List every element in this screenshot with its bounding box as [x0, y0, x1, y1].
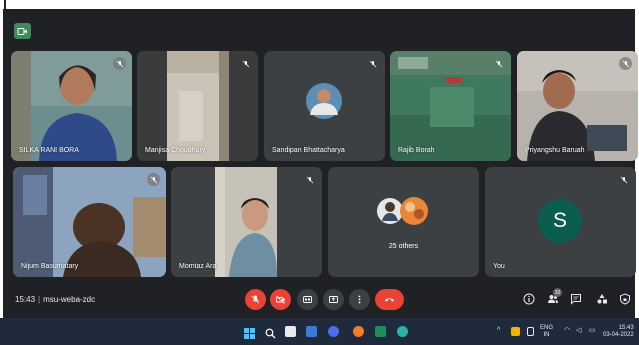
wifi-icon[interactable]: ◠ — [564, 327, 570, 334]
captions-button[interactable] — [297, 289, 318, 310]
mute-indicator — [303, 173, 316, 186]
speaker-icon[interactable]: ◁ — [576, 327, 581, 334]
language-indicator[interactable]: ENG IN — [540, 325, 553, 339]
firefox-icon[interactable] — [353, 326, 364, 337]
participant-tile[interactable]: Nijum Basumatary — [13, 167, 166, 277]
mic-off-icon — [369, 60, 376, 67]
meeting-time: 15:43 — [15, 295, 36, 304]
more-options-button[interactable] — [349, 289, 370, 310]
window-top-edge — [0, 0, 639, 9]
microphone-button[interactable] — [245, 289, 266, 310]
meeting-info: 15:43 | msu-weba-zdc — [15, 295, 95, 304]
mic-off-icon — [242, 60, 249, 67]
activities-button[interactable] — [595, 292, 609, 306]
activities-icon — [597, 294, 607, 304]
mute-indicator — [617, 173, 630, 186]
participant-name: Sandipan Bhattacharya — [272, 147, 345, 154]
self-avatar: S — [538, 199, 582, 243]
tray-chevron-icon[interactable]: ^ — [497, 327, 500, 334]
participant-name: Rajib Borah — [398, 147, 435, 154]
present-screen-icon — [329, 296, 338, 303]
participant-tile[interactable]: Manjisa Choudhury — [137, 51, 258, 161]
captions-icon — [303, 296, 312, 303]
chat-button[interactable] — [569, 292, 583, 306]
participant-tile[interactable]: Priyangshu Baruah — [517, 51, 638, 161]
language-code: ENG — [540, 325, 554, 331]
meeting-details-button[interactable] — [522, 292, 536, 306]
battery-icon[interactable]: ▭ — [589, 327, 596, 334]
tray-app-icon[interactable] — [511, 327, 520, 336]
mic-off-icon — [150, 176, 157, 183]
participant-video — [171, 167, 322, 277]
participant-name: Manjisa Choudhury — [145, 147, 206, 154]
clock-date: 03-04-2022 — [603, 332, 634, 338]
windows-start-icon[interactable] — [244, 326, 255, 339]
camera-off-icon — [276, 295, 285, 304]
task-view-icon[interactable] — [285, 326, 296, 337]
leave-call-button[interactable] — [375, 289, 404, 310]
shield-lock-icon — [620, 293, 630, 305]
participant-tile[interactable]: SILKA RANI BORA — [11, 51, 132, 161]
chat-icon — [571, 294, 581, 305]
excel-icon[interactable] — [375, 326, 386, 337]
participant-name: Priyangshu Baruah — [525, 147, 585, 154]
search-icon[interactable] — [265, 326, 276, 339]
hang-up-icon — [385, 298, 394, 302]
people-count-badge: 32 — [553, 288, 562, 297]
mic-off-icon — [116, 60, 123, 67]
meeting-controls: 15:43 | msu-weba-zdc — [0, 285, 639, 315]
participant-name: SILKA RANI BORA — [19, 147, 79, 154]
info-icon — [523, 293, 535, 305]
participant-tile[interactable]: Momtaz Ara — [171, 167, 322, 277]
participant-video — [13, 167, 166, 277]
others-tile[interactable]: 25 others — [328, 167, 479, 277]
self-tile[interactable]: S You — [485, 167, 636, 277]
mic-off-icon — [251, 295, 260, 304]
mute-indicator — [239, 57, 252, 70]
clock-time: 15:43 — [618, 325, 634, 331]
mic-off-icon — [306, 176, 313, 183]
separator: | — [38, 295, 41, 304]
mute-indicator — [366, 57, 379, 70]
usb-icon[interactable] — [527, 327, 534, 336]
widgets-icon[interactable] — [306, 326, 317, 337]
participant-name: Nijum Basumatary — [21, 263, 79, 270]
meeting-code: msu-weba-zdc — [43, 295, 96, 304]
participant-tile[interactable]: Sandipan Bhattacharya — [264, 51, 385, 161]
camera-button[interactable] — [270, 289, 291, 310]
mic-off-icon — [495, 60, 502, 67]
meet-window: SILKA RANI BORA Manjisa Choudhury Sandip… — [0, 0, 639, 345]
participant-name: You — [493, 263, 505, 270]
participant-tile[interactable]: Rajib Borah — [390, 51, 511, 161]
others-avatars — [377, 197, 428, 225]
chat-app-icon[interactable] — [328, 326, 339, 337]
mute-indicator — [619, 57, 632, 70]
mute-indicator — [492, 57, 505, 70]
mic-off-icon — [622, 60, 629, 67]
participant-name: Momtaz Ara — [179, 263, 217, 270]
mic-off-icon — [620, 176, 627, 183]
present-button[interactable] — [323, 289, 344, 310]
more-vert-icon — [358, 295, 361, 304]
host-controls-button[interactable] — [618, 292, 632, 306]
mute-indicator — [113, 57, 126, 70]
meeting-details-icon[interactable] — [14, 23, 31, 39]
system-clock[interactable]: 15:43 03-04-2022 — [603, 325, 634, 339]
edge-icon[interactable] — [397, 326, 408, 337]
region-code: IN — [543, 332, 550, 338]
others-count-label: 25 others — [388, 243, 419, 250]
windows-taskbar: ^ ENG IN ◠ ◁ ▭ 15:43 03-04-2022 — [0, 318, 639, 345]
mute-indicator — [147, 173, 160, 186]
